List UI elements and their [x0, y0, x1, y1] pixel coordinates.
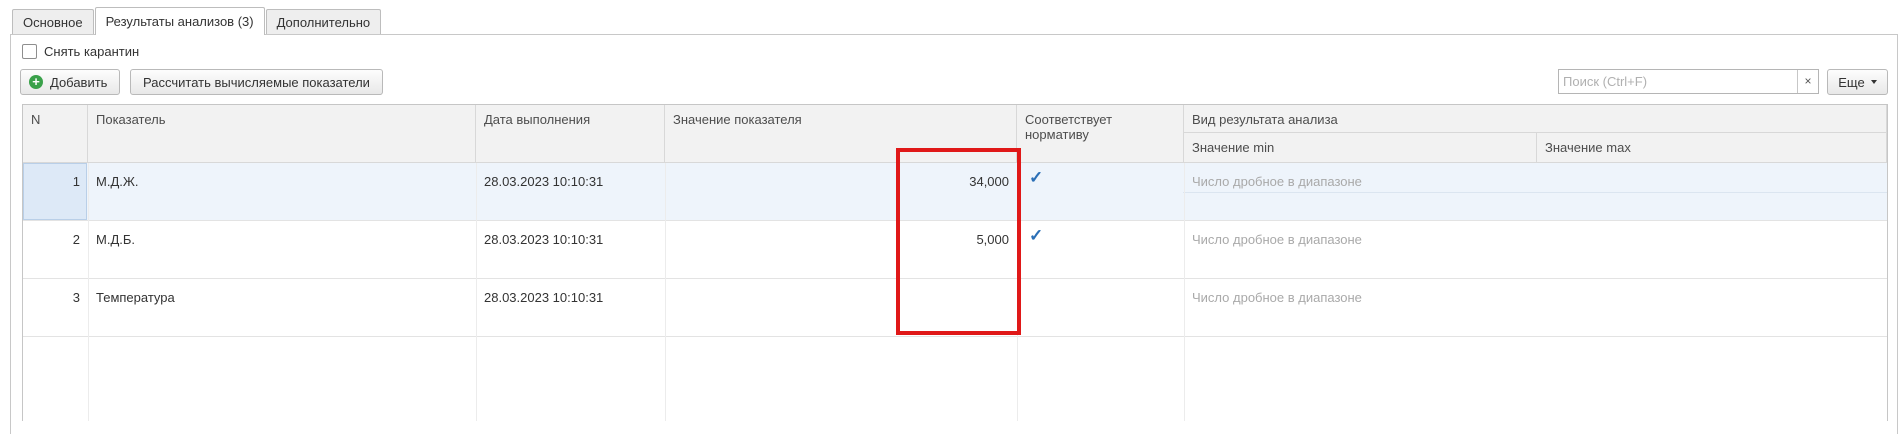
cell-n: 1	[72, 174, 80, 189]
norm-check-icon: ✓	[1029, 226, 1044, 245]
tab-analysis-results[interactable]: Результаты анализов (3)	[94, 7, 265, 35]
more-button[interactable]: Еще	[1827, 69, 1888, 95]
header-norm[interactable]: Соответствует нормативу	[1017, 105, 1184, 163]
norm-check-icon: ✓	[1029, 168, 1044, 187]
cell-indicator: М.Д.Б.	[96, 232, 135, 247]
cell-n: 2	[72, 232, 80, 247]
cell-result-type: Число дробное в диапазоне	[1192, 174, 1362, 189]
tab-main[interactable]: Основное	[12, 9, 94, 35]
tab-additional[interactable]: Дополнительно	[265, 9, 382, 35]
header-indicator[interactable]: Показатель	[88, 105, 476, 163]
cell-n: 3	[72, 290, 80, 305]
cell-date: 28.03.2023 10:10:31	[484, 174, 604, 189]
search-input[interactable]	[1559, 70, 1797, 93]
header-n[interactable]: N	[23, 105, 88, 163]
add-button-label: Добавить	[50, 74, 108, 90]
cell-date: 28.03.2023 10:10:31	[484, 232, 604, 247]
remove-quarantine-checkbox[interactable]: Снять карантин	[22, 44, 139, 59]
cell-result-type: Число дробное в диапазоне	[1192, 232, 1362, 247]
header-date[interactable]: Дата выполнения	[476, 105, 665, 163]
cell-result-type: Число дробное в диапазоне	[1192, 290, 1362, 305]
calculate-button-label: Рассчитать вычисляемые показатели	[143, 74, 370, 90]
cell-indicator: Температура	[96, 290, 175, 305]
column-divider	[1184, 163, 1185, 421]
clear-search-icon[interactable]: ×	[1797, 70, 1818, 93]
column-divider	[88, 163, 89, 421]
more-button-label: Еще	[1838, 74, 1865, 90]
column-divider	[665, 163, 666, 421]
search-field: ×	[1558, 69, 1819, 94]
cell-date: 28.03.2023 10:10:31	[484, 290, 604, 305]
header-min[interactable]: Значение min	[1184, 133, 1537, 163]
checkbox-box[interactable]	[22, 44, 37, 59]
header-result-type[interactable]: Вид результата анализа	[1184, 105, 1887, 133]
plus-icon: +	[29, 75, 43, 89]
chevron-down-icon	[1870, 80, 1877, 84]
header-max[interactable]: Значение max	[1537, 133, 1887, 163]
checkbox-label: Снять карантин	[44, 44, 140, 59]
cell-indicator: М.Д.Ж.	[96, 174, 139, 189]
highlight-box	[896, 148, 1021, 335]
column-divider	[476, 163, 477, 421]
add-button[interactable]: + Добавить	[20, 69, 120, 95]
tab-bar: Основное Результаты анализов (3) Дополни…	[12, 7, 382, 35]
calculate-indicators-button[interactable]: Рассчитать вычисляемые показатели	[130, 69, 383, 95]
